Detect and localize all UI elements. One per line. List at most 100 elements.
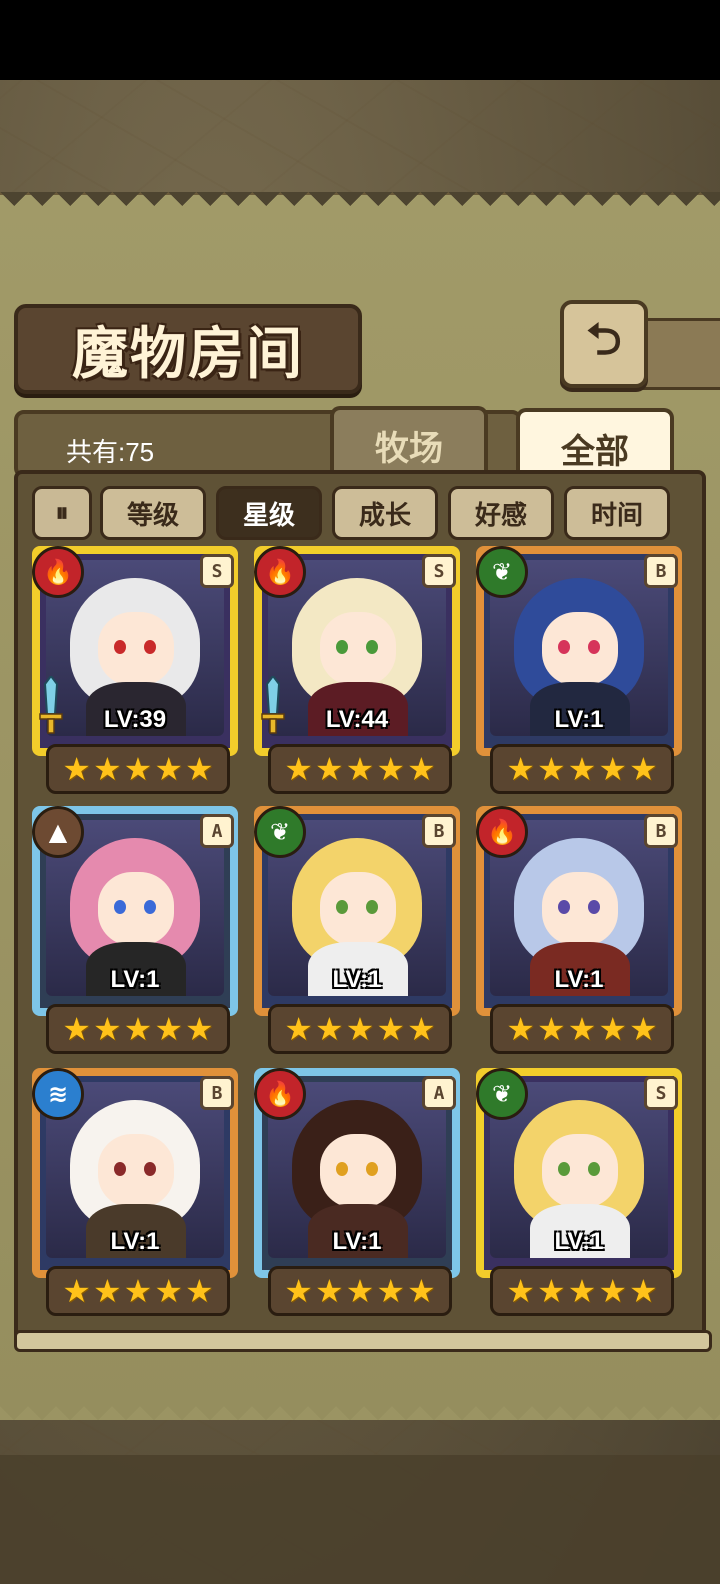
- star-icon: ★: [62, 1272, 91, 1310]
- monster-card[interactable]: ❦ S LV:1 ★ ★ ★ ★ ★: [476, 1068, 682, 1316]
- star-icon: ★: [629, 1272, 658, 1310]
- portrait-eye: [558, 1162, 570, 1176]
- star-icon: ★: [154, 1272, 184, 1310]
- wood-element-icon: ❦: [476, 1068, 528, 1120]
- star-rating: ★ ★ ★ ★ ★: [490, 1004, 674, 1054]
- portrait-eye: [558, 900, 570, 914]
- star-icon: ★: [185, 750, 214, 788]
- portrait-eye: [366, 900, 378, 914]
- star-icon: ★: [314, 1272, 344, 1310]
- star-icon: ★: [536, 1010, 566, 1048]
- sort-growth-button[interactable]: 成长: [332, 486, 438, 540]
- sort-order-toggle[interactable]: ⏸: [32, 486, 92, 540]
- star-icon: ★: [536, 1272, 566, 1310]
- star-rating: ★ ★ ★ ★ ★: [268, 1266, 452, 1316]
- portrait-eye: [366, 640, 378, 654]
- panel-bottom-edge: [0, 1392, 720, 1420]
- sort-level-button[interactable]: 等级: [100, 486, 206, 540]
- portrait-face: [542, 872, 618, 946]
- sort-time-button[interactable]: 时间: [564, 486, 670, 540]
- star-icon: ★: [345, 1010, 375, 1048]
- fire-element-icon: 🔥: [32, 546, 84, 598]
- portrait-eye: [114, 1162, 126, 1176]
- star-icon: ★: [284, 1272, 313, 1310]
- sort-affinity-button[interactable]: 好感: [448, 486, 554, 540]
- star-icon: ★: [536, 750, 566, 788]
- star-icon: ★: [284, 1010, 313, 1048]
- star-icon: ★: [92, 1272, 122, 1310]
- star-icon: ★: [567, 1010, 597, 1048]
- portrait-eye: [336, 640, 348, 654]
- star-icon: ★: [154, 1010, 184, 1048]
- monster-card[interactable]: ❦ B LV:1 ★ ★ ★ ★ ★: [254, 806, 460, 1054]
- panel-top-edge: [0, 192, 720, 220]
- monster-card[interactable]: 🔥 S LV:39 ★ ★ ★ ★ ★: [32, 546, 238, 794]
- status-bar: [0, 0, 720, 80]
- monster-level: LV:1: [332, 1228, 382, 1255]
- portrait-eye: [366, 1162, 378, 1176]
- star-icon: ★: [92, 1010, 122, 1048]
- portrait-eye: [114, 900, 126, 914]
- portrait-eye: [144, 1162, 156, 1176]
- rank-badge: B: [422, 814, 456, 848]
- star-icon: ★: [62, 750, 91, 788]
- rank-badge: B: [644, 554, 678, 588]
- star-icon: ★: [345, 1272, 375, 1310]
- panel-bottom-strip: [14, 1330, 712, 1352]
- water-element-icon: ≋: [32, 1068, 84, 1120]
- back-button[interactable]: ⮌: [560, 300, 648, 388]
- monster-card[interactable]: ≋ B LV:1 ★ ★ ★ ★ ★: [32, 1068, 238, 1316]
- star-icon: ★: [506, 1272, 535, 1310]
- star-icon: ★: [284, 750, 313, 788]
- fire-element-icon: 🔥: [254, 546, 306, 598]
- portrait-eye: [144, 640, 156, 654]
- portrait-face: [320, 612, 396, 686]
- star-rating: ★ ★ ★ ★ ★: [490, 744, 674, 794]
- sort-bar: ⏸ 等级 星级 成长 好感 时间: [32, 486, 692, 540]
- portrait-face: [98, 612, 174, 686]
- portrait-face: [542, 612, 618, 686]
- monster-level: LV:39: [103, 706, 167, 733]
- star-icon: ★: [407, 1272, 436, 1310]
- bottom-map-band: [0, 1455, 720, 1584]
- monster-card[interactable]: ❦ B LV:1 ★ ★ ★ ★ ★: [476, 546, 682, 794]
- portrait-face: [98, 1134, 174, 1208]
- wood-element-icon: ❦: [476, 546, 528, 598]
- monster-level: LV:1: [332, 966, 382, 993]
- monster-card[interactable]: ▲ A LV:1 ★ ★ ★ ★ ★: [32, 806, 238, 1054]
- star-icon: ★: [376, 1010, 406, 1048]
- star-icon: ★: [598, 750, 628, 788]
- star-icon: ★: [407, 1010, 436, 1048]
- rank-badge: S: [200, 554, 234, 588]
- monster-level: LV:44: [325, 706, 389, 733]
- star-icon: ★: [123, 1010, 153, 1048]
- portrait-face: [320, 1134, 396, 1208]
- fire-element-icon: 🔥: [254, 1068, 306, 1120]
- rank-badge: A: [200, 814, 234, 848]
- sort-order-icon: ⏸: [55, 497, 69, 528]
- star-icon: ★: [185, 1272, 214, 1310]
- tab-farm[interactable]: 牧场: [330, 406, 488, 480]
- star-rating: ★ ★ ★ ★ ★: [268, 744, 452, 794]
- star-icon: ★: [345, 750, 375, 788]
- monster-count: 共有:75: [66, 437, 155, 467]
- star-icon: ★: [598, 1272, 628, 1310]
- star-icon: ★: [567, 1272, 597, 1310]
- portrait-face: [542, 1134, 618, 1208]
- star-icon: ★: [185, 1010, 214, 1048]
- star-icon: ★: [506, 1010, 535, 1048]
- star-rating: ★ ★ ★ ★ ★: [268, 1004, 452, 1054]
- star-rating: ★ ★ ★ ★ ★: [46, 744, 230, 794]
- sort-star-button[interactable]: 星级: [216, 486, 322, 540]
- portrait-face: [320, 872, 396, 946]
- monster-card[interactable]: 🔥 B LV:1 ★ ★ ★ ★ ★: [476, 806, 682, 1054]
- star-icon: ★: [506, 750, 535, 788]
- star-icon: ★: [314, 1010, 344, 1048]
- star-rating: ★ ★ ★ ★ ★: [490, 1266, 674, 1316]
- portrait-eye: [588, 900, 600, 914]
- monster-card[interactable]: 🔥 S LV:44 ★ ★ ★ ★ ★: [254, 546, 460, 794]
- monster-card[interactable]: 🔥 A LV:1 ★ ★ ★ ★ ★: [254, 1068, 460, 1316]
- monster-level: LV:1: [554, 966, 604, 993]
- star-icon: ★: [407, 750, 436, 788]
- star-icon: ★: [598, 1010, 628, 1048]
